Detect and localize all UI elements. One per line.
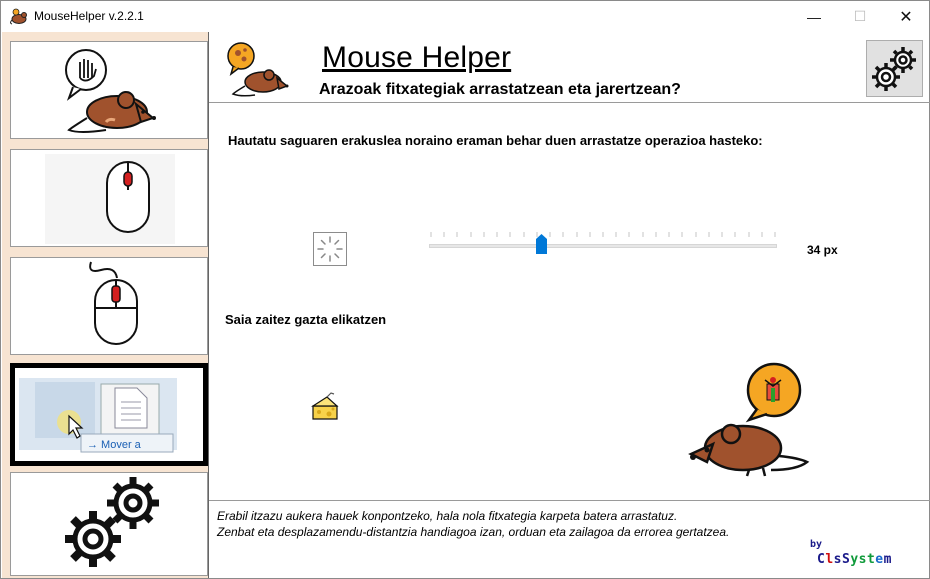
loading-spinner-icon: [317, 236, 343, 262]
page-subtitle: Arazoak fitxategiak arrastatzean eta jar…: [319, 81, 681, 98]
mouse-helper-logo-icon: [227, 42, 289, 97]
slider-track: [429, 244, 777, 248]
brand-logo-text: ClsSystem: [817, 552, 892, 567]
footer-info: Erabil itzazu aukera hauek konpontzeko, …: [209, 500, 930, 578]
cheese-game-label: Saia zaitez gazta elikatzen: [225, 312, 387, 327]
sidebar-item-left-click[interactable]: [10, 149, 208, 247]
close-icon: ✕: [899, 8, 913, 26]
drag-distance-preview: [313, 232, 347, 266]
minimize-icon: —: [807, 8, 821, 25]
maximize-button[interactable]: ☐: [837, 1, 883, 32]
footer-line-1: Erabil itzazu aukera hauek konpontzeko, …: [217, 509, 678, 523]
page-title: Mouse Helper: [322, 41, 512, 74]
drag-caption: → Mover a: [87, 439, 142, 451]
slider-ticks: [430, 232, 776, 237]
mouse-left-click-icon: [45, 154, 175, 244]
app-mouse-icon: [10, 8, 27, 25]
slider-value-label: 34 px: [807, 243, 838, 257]
footer-line-2: Zenbat eta desplazamendu-distantzia hand…: [217, 525, 730, 539]
settings-button[interactable]: [866, 40, 923, 97]
by-label: by: [810, 539, 823, 550]
mouse-double-click-icon: [89, 261, 138, 345]
sidebar-item-settings[interactable]: [10, 472, 208, 576]
drag-distance-slider[interactable]: [429, 230, 777, 260]
title-bar: MouseHelper v.2.2.1 — ☐ ✕: [1, 1, 929, 32]
app-window: MouseHelper v.2.2.1 — ☐ ✕ → Mover a Mous…: [0, 0, 930, 579]
drag-move-screenshot-icon: → Mover a: [15, 368, 203, 461]
instruction-text: Hautatu saguaren erakuslea noraino erama…: [228, 133, 763, 148]
sidebar: → Mover a: [2, 32, 208, 578]
slider-thumb[interactable]: [536, 234, 547, 254]
close-button[interactable]: ✕: [883, 1, 929, 32]
sidebar-item-drag-move[interactable]: → Mover a: [10, 363, 208, 466]
header: Mouse Helper Arazoak fitxategiak arrasta…: [209, 32, 930, 103]
sidebar-item-double-click[interactable]: [10, 257, 208, 355]
minimize-button[interactable]: —: [791, 1, 837, 32]
mouse-mascot-icon: [688, 362, 810, 477]
sidebar-item-drag-drop-help[interactable]: [10, 41, 208, 139]
hand-mouse-icon: [65, 49, 156, 133]
maximize-icon: ☐: [853, 8, 867, 24]
gears-icon: [65, 477, 159, 567]
gear-icon: [872, 47, 916, 91]
cheese-icon[interactable]: [311, 392, 341, 422]
main-panel: Mouse Helper Arazoak fitxategiak arrasta…: [208, 32, 930, 578]
window-title: MouseHelper v.2.2.1: [34, 9, 144, 23]
